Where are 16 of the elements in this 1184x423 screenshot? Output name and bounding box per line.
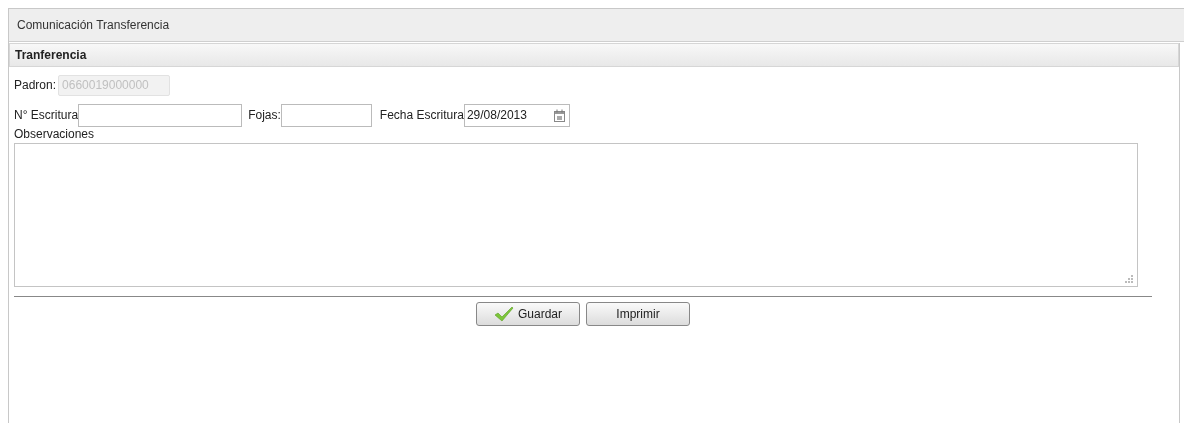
observaciones-field[interactable] xyxy=(14,143,1138,287)
resize-handle-icon[interactable] xyxy=(1124,274,1133,283)
calendar-icon[interactable] xyxy=(553,108,565,122)
checkmark-icon xyxy=(494,306,514,322)
field-label: Fojas: xyxy=(248,107,281,124)
escritura-field[interactable] xyxy=(78,103,243,127)
window-title: Comunicación Transferencia xyxy=(17,17,170,34)
save-button[interactable]: Guardar xyxy=(476,302,580,326)
field-label: N° Escritura xyxy=(14,107,79,124)
date-field[interactable]: 29/08/2013 xyxy=(463,103,570,127)
field-label: Fecha Escritura xyxy=(379,107,464,124)
print-button[interactable]: Imprimir xyxy=(586,302,690,326)
section-title: Tranferencia xyxy=(15,47,87,64)
field-label: Padron: xyxy=(14,77,57,94)
field-label: Observaciones xyxy=(14,127,96,141)
fojas-field[interactable] xyxy=(280,103,372,127)
